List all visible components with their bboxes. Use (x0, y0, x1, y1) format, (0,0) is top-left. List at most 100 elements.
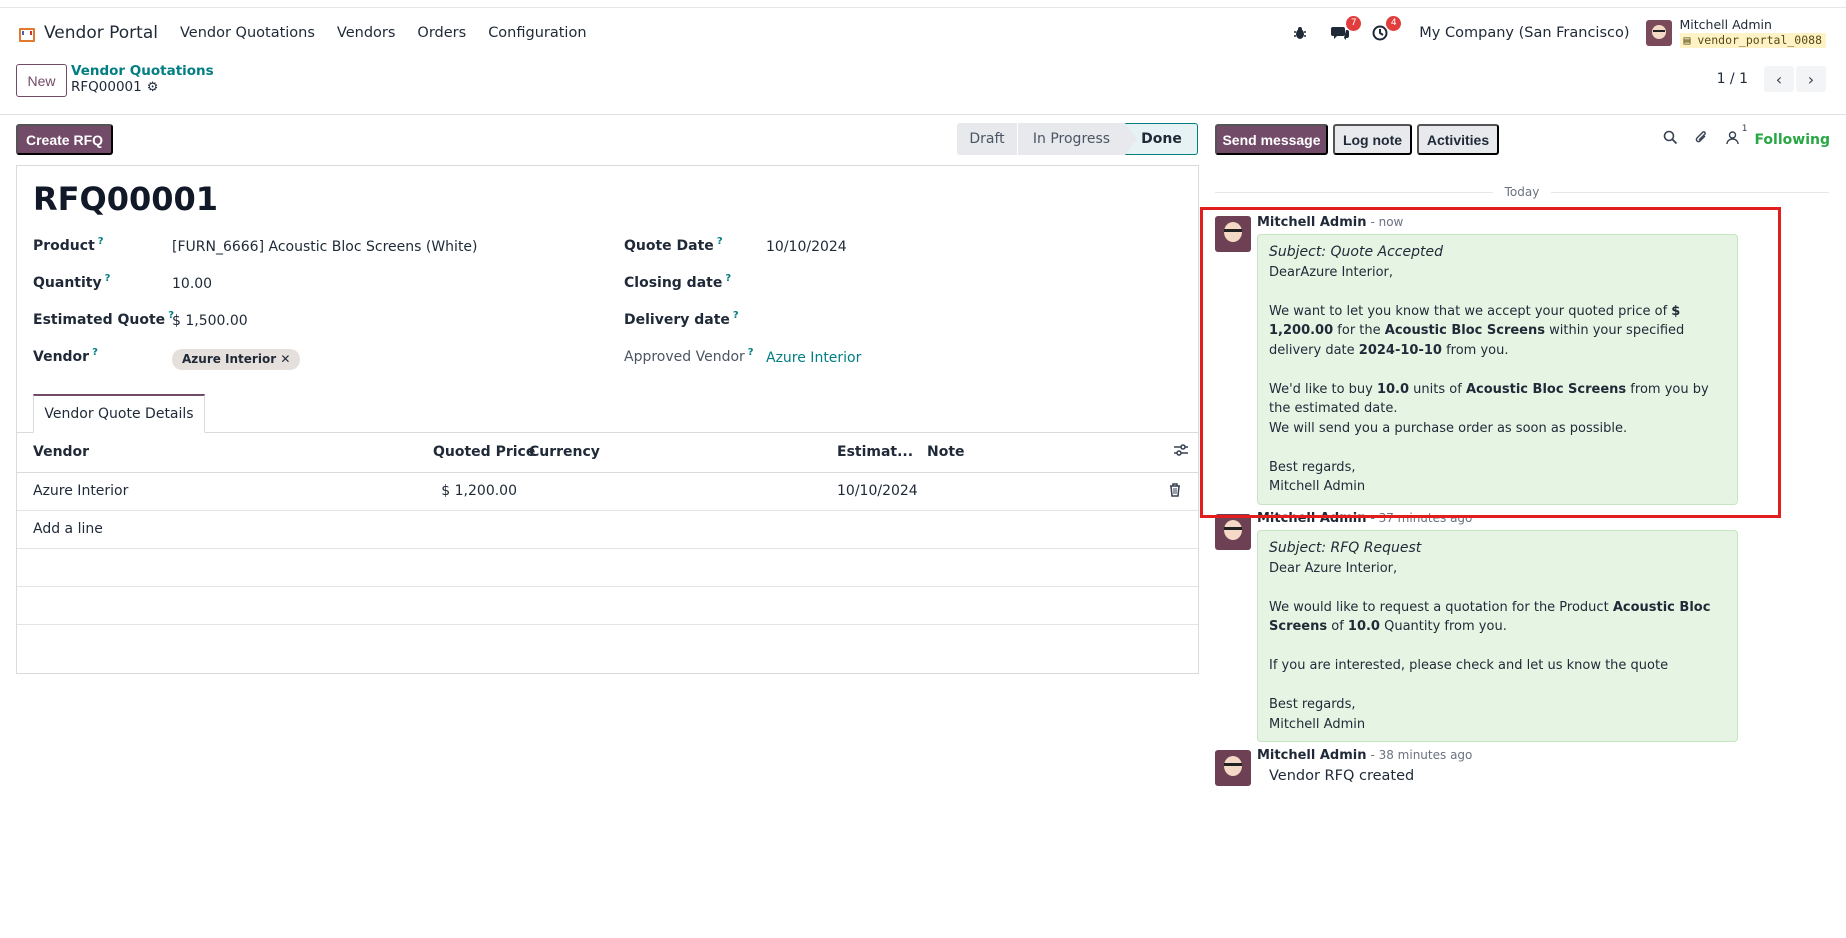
vendor-label: Vendor? (33, 347, 98, 365)
quantity-label: Quantity? (33, 273, 111, 291)
control-panel: New Vendor Quotations RFQ00001 ⚙ 1 / 1 ‹… (0, 58, 1846, 115)
optional-columns-icon[interactable] (1173, 443, 1189, 461)
add-a-line-link[interactable]: Add a line (33, 521, 103, 537)
message-signature: Mitchell Admin (1269, 479, 1366, 494)
table-header: Vendor Quoted Price Currency Estimat... … (17, 433, 1198, 473)
approved-vendor-label: Approved Vendor? (624, 347, 754, 365)
column-quoted-price[interactable]: Quoted Price (433, 444, 535, 460)
column-note[interactable]: Note (927, 444, 965, 460)
tab-vendor-quote-details[interactable]: Vendor Quote Details (33, 394, 205, 433)
user-avatar[interactable] (1645, 20, 1672, 46)
message-paragraph: We want to let you know that we accept y… (1269, 302, 1726, 361)
menu-vendor-quotations[interactable]: Vendor Quotations (180, 25, 315, 41)
date-separator: Today (1215, 182, 1829, 202)
table-row[interactable]: Azure Interior $ 1,200.00 10/10/2024 (17, 473, 1198, 511)
status-bar: Draft In Progress Done (957, 123, 1198, 155)
message-paragraph: If you are interested, please check and … (1269, 658, 1669, 673)
message-avatar[interactable] (1215, 514, 1251, 550)
vendor-label-text: Vendor (33, 349, 90, 365)
user-menu[interactable]: Mitchell Admin ▤ vendor_portal_0088 (1679, 18, 1826, 48)
help-icon[interactable]: ? (105, 273, 111, 284)
vendor-tag[interactable]: Azure Interior ✕ (172, 349, 301, 370)
message-avatar[interactable] (1215, 216, 1251, 252)
closing-date-label-text: Closing date (624, 275, 723, 291)
help-icon[interactable]: ? (733, 310, 739, 321)
activity-clock-icon[interactable]: 4 (1369, 16, 1402, 44)
trash-icon[interactable] (1169, 483, 1181, 501)
closing-date-label: Closing date? (624, 273, 731, 291)
text: from you. (1441, 342, 1509, 358)
breadcrumb-current: RFQ00001 ⚙ (71, 79, 158, 95)
message-avatar[interactable] (1215, 750, 1251, 786)
message-bubble: Subject: RFQ Request Dear Azure Interior… (1257, 530, 1738, 742)
new-button[interactable]: New (16, 64, 67, 97)
help-icon[interactable]: ? (717, 236, 723, 247)
cell-vendor: Azure Interior (33, 483, 129, 499)
remove-tag-icon[interactable]: ✕ (280, 352, 290, 366)
apps-menu-icon[interactable] (18, 26, 35, 42)
message-signature: Mitchell Admin (1269, 716, 1366, 732)
bug-icon[interactable] (1289, 22, 1311, 44)
followers-icon[interactable]: 1 (1725, 124, 1747, 149)
column-currency[interactable]: Currency (529, 444, 600, 460)
form-sheet: RFQ00001 Product? [FURN_6666] Acoustic B… (16, 165, 1199, 674)
database-name: vendor_portal_0088 (1697, 33, 1822, 47)
help-icon[interactable]: ? (748, 347, 754, 358)
delivery-date-label: Delivery date? (624, 310, 739, 328)
following-button[interactable]: Following (1754, 132, 1830, 148)
stage-in-progress[interactable]: In Progress (1017, 123, 1125, 155)
database-tag: ▤ vendor_portal_0088 (1679, 33, 1826, 48)
menu-configuration[interactable]: Configuration (488, 25, 586, 41)
column-estimate[interactable]: Estimat... (837, 444, 913, 460)
author-name[interactable]: Mitchell Admin (1257, 511, 1366, 526)
create-rfq-button[interactable]: Create RFQ (16, 124, 113, 155)
product-field[interactable]: [FURN_6666] Acoustic Bloc Screens (White… (172, 239, 478, 255)
message-author: Mitchell Admin - 38 minutes ago (1257, 748, 1472, 763)
delivery-date-label-text: Delivery date (624, 312, 730, 328)
paperclip-icon[interactable] (1694, 130, 1709, 149)
author-name[interactable]: Mitchell Admin (1257, 215, 1366, 230)
gear-icon[interactable]: ⚙ (147, 80, 159, 95)
message-time: - 38 minutes ago (1370, 748, 1473, 762)
approved-vendor-link[interactable]: Azure Interior (766, 350, 861, 366)
company-switcher[interactable]: My Company (San Francisco) (1419, 25, 1629, 41)
activities-button[interactable]: Activities (1417, 124, 1499, 155)
quote-date-label-text: Quote Date (624, 238, 714, 254)
message-greeting: DearAzure Interior, (1269, 264, 1394, 280)
pager-value[interactable]: 1 / 1 (1717, 71, 1748, 87)
top-navbar: Vendor Portal Vendor Quotations Vendors … (0, 8, 1846, 58)
log-note-button[interactable]: Log note (1333, 124, 1412, 155)
estimated-quote-field[interactable]: $ 1,500.00 (172, 313, 248, 329)
author-name[interactable]: Mitchell Admin (1257, 748, 1366, 763)
message-regards: Best regards, (1269, 697, 1356, 712)
help-icon[interactable]: ? (92, 347, 98, 358)
estimated-quote-label: Estimated Quote? (33, 310, 174, 328)
message-author: Mitchell Admin - now (1257, 215, 1403, 230)
app-brand[interactable]: Vendor Portal (44, 23, 158, 43)
estimated-quote-label-text: Estimated Quote (33, 312, 166, 328)
pager-previous-icon[interactable]: ‹ (1764, 66, 1794, 92)
quote-date-field[interactable]: 10/10/2024 (766, 239, 847, 255)
quantity-field[interactable]: 10.00 (172, 276, 212, 292)
stage-draft[interactable]: Draft (957, 123, 1017, 155)
chat-bubbles-icon[interactable]: 7 (1329, 16, 1362, 44)
column-vendor[interactable]: Vendor (33, 444, 89, 460)
chatter-topbar-icons: 1 Following (1647, 124, 1830, 149)
text-bold: Acoustic Bloc Screens (1384, 323, 1545, 338)
text: for the (1333, 323, 1385, 338)
menu-orders[interactable]: Orders (417, 25, 466, 41)
help-icon[interactable]: ? (725, 273, 731, 284)
search-icon[interactable] (1663, 130, 1678, 149)
approved-vendor-label-text: Approved Vendor (624, 349, 745, 365)
breadcrumb-parent[interactable]: Vendor Quotations (71, 63, 214, 79)
stage-done[interactable]: Done (1125, 123, 1198, 155)
pager-next-icon[interactable]: › (1796, 66, 1826, 92)
send-message-button[interactable]: Send message (1215, 124, 1328, 155)
activities-badge: 4 (1386, 16, 1402, 31)
help-icon[interactable]: ? (98, 236, 104, 247)
menu-vendors[interactable]: Vendors (337, 25, 396, 41)
message-regards: Best regards, (1269, 459, 1356, 475)
quote-date-label: Quote Date? (624, 236, 723, 254)
